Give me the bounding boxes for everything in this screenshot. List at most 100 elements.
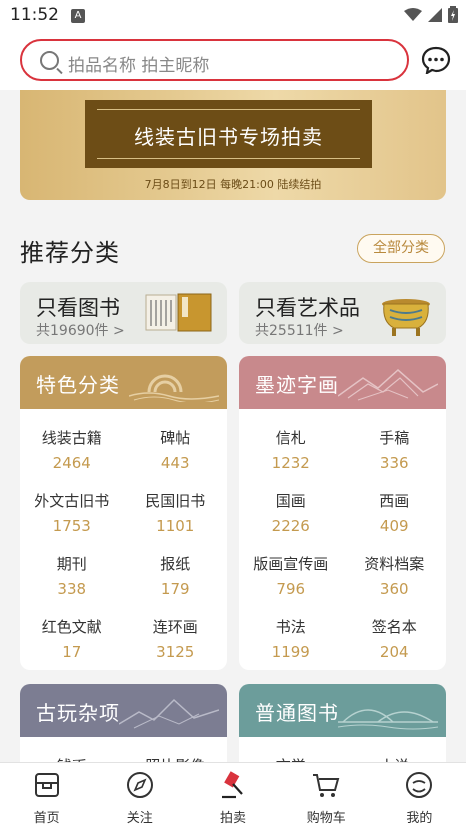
- mountain-decoration-icon: [338, 368, 438, 401]
- panel-title: 墨迹字画: [255, 373, 339, 397]
- art-only-title: 只看艺术品: [255, 296, 360, 320]
- category-name: 线装古籍: [41, 429, 102, 447]
- category-name: 连环画: [152, 618, 198, 636]
- section-title: 推荐分类: [20, 239, 120, 267]
- category-name: 书法: [275, 618, 306, 636]
- search-placeholder: 拍品名称 拍主昵称: [68, 56, 210, 76]
- tab-label: 我的: [406, 811, 433, 826]
- category-count: 1101: [156, 517, 195, 535]
- category-count: 336: [379, 454, 409, 472]
- bronze-vessel-image: [382, 299, 430, 336]
- category-cell[interactable]: 红色文献 17: [20, 616, 124, 663]
- tab-mine[interactable]: 我的: [373, 763, 466, 828]
- system-icons: [404, 6, 458, 23]
- category-count: 204: [379, 643, 409, 661]
- books-only-count: 共19690件 >: [36, 323, 125, 339]
- category-cell[interactable]: 线装古籍 2464: [20, 427, 124, 474]
- category-cell[interactable]: 碑帖 443: [124, 427, 228, 474]
- battery-icon: [448, 6, 458, 23]
- category-cell[interactable]: 资料档案 360: [343, 553, 447, 600]
- art-only-card[interactable]: 只看艺术品 共25511件 >: [239, 282, 446, 344]
- art-only-count: 共25511件 >: [255, 323, 344, 339]
- cart-icon: [313, 774, 340, 797]
- panel-title: 特色分类: [36, 373, 120, 397]
- tab-label: 拍卖: [220, 811, 247, 826]
- category-count: 2226: [271, 517, 310, 535]
- category-count: 338: [57, 580, 87, 598]
- category-name: 红色文献: [41, 618, 102, 636]
- category-count: 1199: [271, 643, 310, 661]
- panel-header[interactable]: 墨迹字画: [239, 356, 446, 409]
- category-count: 2464: [52, 454, 91, 472]
- panel-header[interactable]: 普通图书: [239, 684, 446, 737]
- bottom-tab-bar: 首页 关注 拍卖 购物车 我的: [0, 762, 466, 828]
- category-count: 17: [62, 643, 82, 661]
- category-cell[interactable]: 版画宣传画 796: [239, 553, 343, 600]
- category-name: 外文古旧书: [34, 492, 110, 510]
- tab-auction[interactable]: 拍卖: [186, 763, 279, 828]
- category-name: 资料档案: [364, 555, 425, 573]
- category-cell[interactable]: 信札 1232: [239, 427, 343, 474]
- search-icon: [40, 51, 59, 70]
- bridge-decoration-icon: [338, 709, 438, 730]
- category-count: 360: [379, 580, 409, 598]
- panel-header[interactable]: 古玩杂项: [20, 684, 227, 737]
- tab-label: 购物车: [306, 811, 346, 826]
- search-row: 拍品名称 拍主昵称: [0, 34, 466, 90]
- category-name: 手稿: [379, 429, 410, 447]
- signal-icon: [428, 7, 442, 22]
- plaque-rule-top: [97, 109, 360, 110]
- category-count: 796: [276, 580, 306, 598]
- category-cell[interactable]: 外文古旧书 1753: [20, 490, 124, 537]
- search-input[interactable]: 拍品名称 拍主昵称: [20, 39, 409, 81]
- all-categories-button[interactable]: 全部分类: [357, 234, 445, 263]
- compass-icon: [126, 772, 153, 798]
- category-cell[interactable]: 西画 409: [343, 490, 447, 537]
- category-cell[interactable]: 连环画 3125: [124, 616, 228, 663]
- category-cell[interactable]: 书法 1199: [239, 616, 343, 663]
- category-name: 民国旧书: [145, 492, 206, 510]
- category-count: 1753: [52, 517, 91, 535]
- gavel-icon: [222, 771, 243, 799]
- category-name: 报纸: [160, 555, 191, 573]
- panel-header[interactable]: 特色分类: [20, 356, 227, 409]
- category-name: 西画: [379, 492, 410, 510]
- tab-follow[interactable]: 关注: [93, 763, 186, 828]
- book-image: [145, 293, 212, 332]
- category-cell[interactable]: 期刊 338: [20, 553, 124, 600]
- home-icon: [34, 773, 59, 797]
- message-icon[interactable]: [421, 46, 451, 74]
- category-name: 碑帖: [160, 429, 191, 447]
- wifi-icon: [404, 7, 422, 21]
- category-name: 签名本: [371, 618, 417, 636]
- tab-home[interactable]: 首页: [0, 763, 93, 828]
- category-count: 179: [160, 580, 190, 598]
- category-cell[interactable]: 民国旧书 1101: [124, 490, 228, 537]
- category-cell[interactable]: 签名本 204: [343, 616, 447, 663]
- notification-a-icon: A: [71, 9, 85, 23]
- banner-plaque: 线装古旧书专场拍卖: [85, 100, 372, 168]
- plaque-rule-bottom: [97, 158, 360, 159]
- panel-title: 普通图书: [255, 701, 339, 725]
- promo-banner[interactable]: 线装古旧书专场拍卖 7月8日到12日 每晚21:00 陆续结拍: [20, 90, 446, 200]
- category-count: 443: [160, 454, 190, 472]
- books-only-card[interactable]: 只看图书 共19690件 >: [20, 282, 227, 344]
- tab-label: 关注: [126, 811, 153, 826]
- banner-title: 线装古旧书专场拍卖: [134, 125, 323, 149]
- category-cell[interactable]: 国画 2226: [239, 490, 343, 537]
- panel-title: 古玩杂项: [36, 701, 120, 725]
- tab-label: 首页: [33, 811, 60, 826]
- category-name: 信札: [275, 429, 306, 447]
- category-name: 版画宣传画: [253, 555, 329, 573]
- category-name: 期刊: [56, 555, 87, 573]
- category-count: 1232: [271, 454, 310, 472]
- category-cell[interactable]: 手稿 336: [343, 427, 447, 474]
- category-cell[interactable]: 报纸 179: [124, 553, 228, 600]
- category-count: 409: [379, 517, 409, 535]
- status-bar: 11:52 A: [0, 0, 466, 34]
- tab-cart[interactable]: 购物车: [280, 763, 373, 828]
- category-panel-calligraphy: 墨迹字画 信札 1232 手稿 336 国画 2226 西画 409 版画宣传画 796 …: [239, 356, 446, 670]
- banner-subtitle: 7月8日到12日 每晚21:00 陆续结拍: [144, 178, 322, 191]
- books-only-title: 只看图书: [36, 296, 120, 320]
- category-name: 国画: [275, 492, 306, 510]
